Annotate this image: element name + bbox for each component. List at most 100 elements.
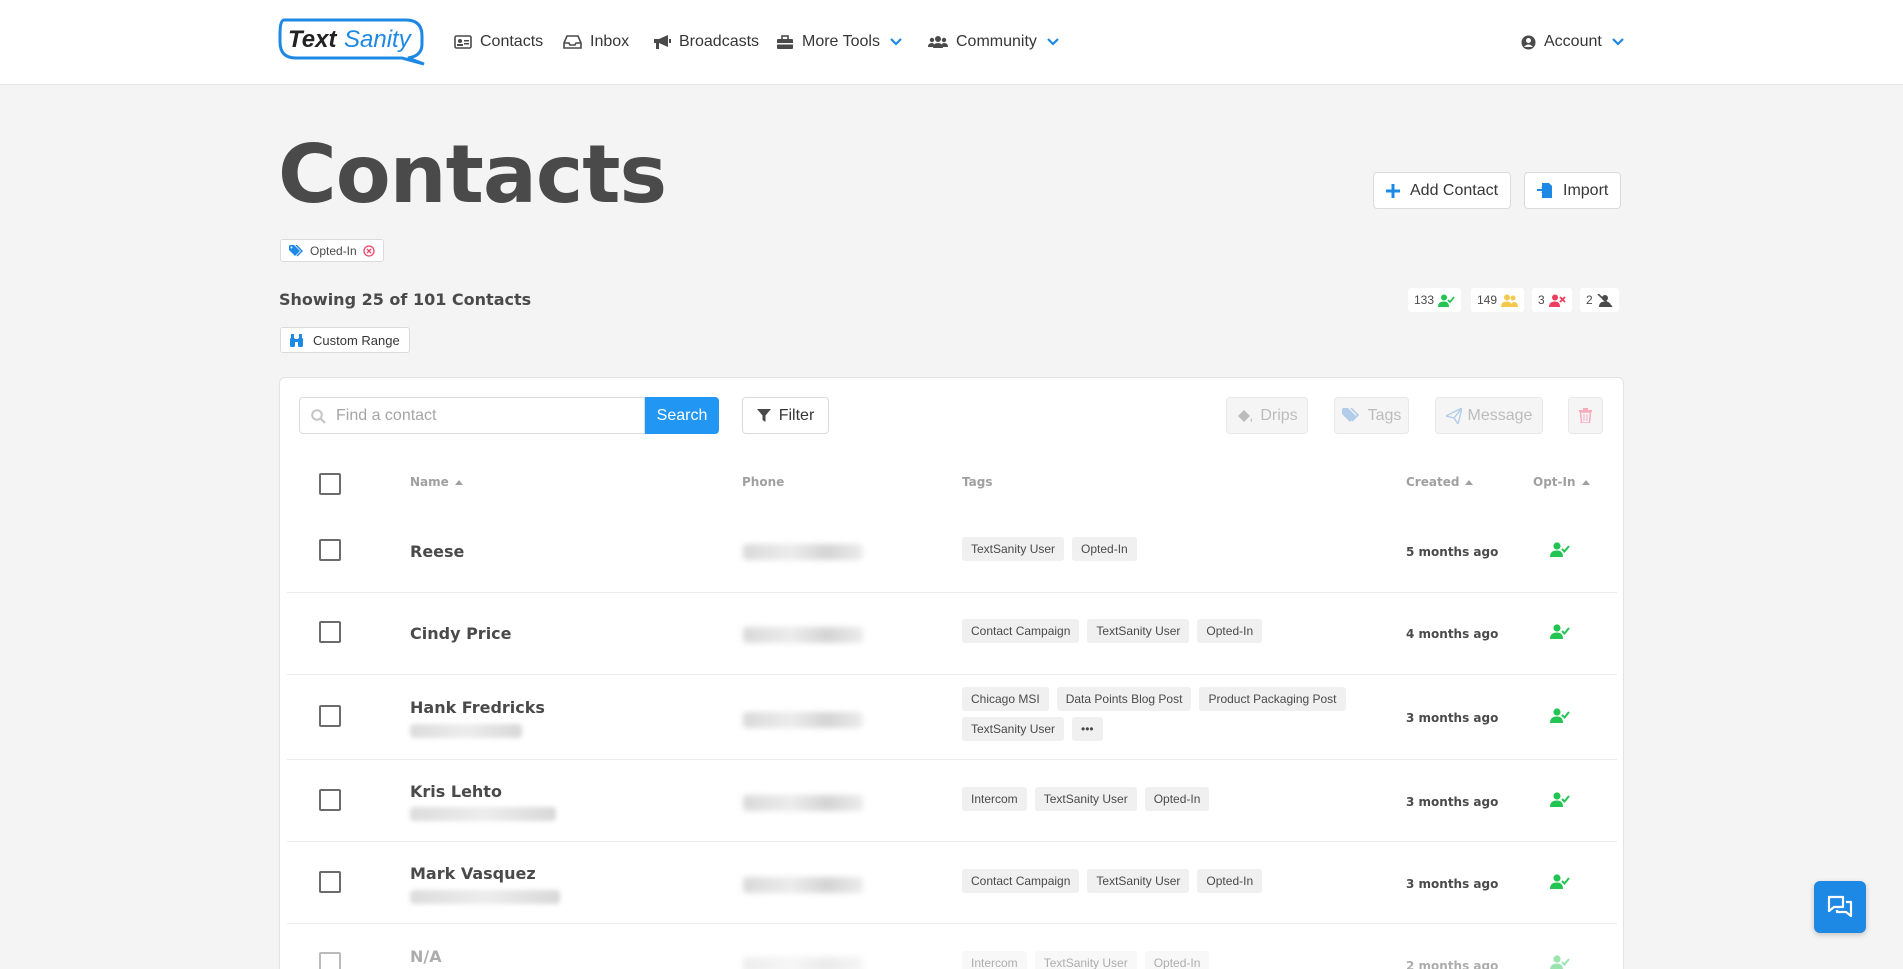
contact-name[interactable]: Kris Lehto [410, 782, 502, 801]
stat-muted[interactable]: 2 [1580, 288, 1619, 312]
nav-community-label: Community [956, 33, 1037, 50]
row-checkbox[interactable] [319, 621, 341, 643]
chevron-down-icon [1612, 38, 1624, 46]
filter-button[interactable]: Filter [742, 397, 829, 434]
tag-chip[interactable]: TextSanity User [1034, 787, 1137, 811]
contact-created: 3 months ago [1406, 711, 1499, 725]
row-checkbox[interactable] [319, 871, 341, 893]
nav-account[interactable]: Account [1521, 31, 1624, 53]
more-tags-button[interactable]: ••• [1072, 717, 1103, 741]
tag-chip[interactable]: Opted-In [1072, 537, 1137, 561]
tags-icon [289, 244, 303, 256]
sort-up-icon [1581, 479, 1590, 485]
filter-label: Filter [778, 406, 815, 424]
row-checkbox[interactable] [319, 952, 341, 969]
select-all-checkbox[interactable] [319, 473, 341, 495]
import-button[interactable]: Import [1524, 172, 1622, 209]
tags-button[interactable]: Tags [1334, 397, 1409, 434]
file-import-icon [1537, 183, 1552, 198]
opted-in-icon [1550, 624, 1570, 639]
column-header-created[interactable]: Created [1406, 475, 1474, 489]
tag-chip[interactable]: Product Packaging Post [1199, 687, 1346, 711]
tag-chip[interactable]: Contact Campaign [962, 619, 1080, 643]
active-filter-tag[interactable]: Opted-In [280, 239, 384, 262]
add-contact-button[interactable]: Add Contact [1373, 172, 1512, 209]
custom-range-label: Custom Range [313, 332, 400, 348]
delete-button[interactable] [1568, 397, 1603, 434]
nav-broadcasts-label: Broadcasts [679, 33, 760, 50]
tag-chip[interactable]: TextSanity User [1034, 951, 1137, 969]
contact-name[interactable]: Reese [410, 542, 464, 561]
drips-label: Drips [1260, 406, 1298, 424]
tag-chip[interactable]: TextSanity User [962, 717, 1065, 741]
remove-filter-icon[interactable] [363, 244, 375, 257]
nav-more-tools-label: More Tools [802, 33, 880, 50]
contact-name[interactable]: Mark Vasquez [410, 864, 536, 883]
custom-range-button[interactable]: Custom Range [280, 327, 410, 353]
row-checkbox[interactable] [319, 705, 341, 727]
drips-button[interactable]: Drips [1226, 397, 1308, 434]
contact-name[interactable]: N/A [410, 947, 442, 966]
tag-chip[interactable]: TextSanity User [962, 537, 1065, 561]
nav-contacts[interactable]: Contacts [454, 31, 543, 53]
tag-chip[interactable]: Opted-In [1144, 787, 1210, 811]
search-input[interactable] [300, 398, 644, 433]
tag-chip[interactable]: Opted-In [1197, 869, 1263, 893]
message-button[interactable]: Message [1435, 397, 1543, 434]
binoculars-icon [290, 333, 303, 347]
tag-chip[interactable]: TextSanity User [1087, 619, 1190, 643]
contact-name[interactable]: Hank Fredricks [410, 698, 545, 717]
stat-total[interactable]: 149 [1471, 288, 1525, 312]
row-checkbox[interactable] [319, 789, 341, 811]
tag-chip[interactable]: Opted-In [1144, 951, 1210, 969]
active-filter-label: Opted-In [310, 243, 357, 258]
page-title: Contacts [278, 128, 667, 221]
search-field[interactable] [299, 397, 645, 434]
contact-phone-redacted [743, 843, 865, 925]
tag-chip[interactable]: TextSanity User [1087, 869, 1190, 893]
opted-in-icon [1550, 792, 1570, 807]
sort-up-icon [1465, 479, 1474, 485]
nav-more-tools[interactable]: More Tools [776, 31, 902, 53]
search-button[interactable]: Search [645, 397, 719, 434]
row-divider [287, 674, 1617, 675]
stat-opted-out[interactable]: 3 [1532, 288, 1572, 312]
logo-text-text: Text [288, 26, 337, 53]
inbox-icon [563, 35, 582, 49]
tag-chip[interactable]: Opted-In [1197, 619, 1263, 643]
row-divider [287, 923, 1617, 924]
tag-chip[interactable]: Chicago MSI [962, 687, 1049, 711]
contact-created: 5 months ago [1406, 545, 1499, 559]
import-label: Import [1563, 181, 1609, 199]
column-header-optin[interactable]: Opt-In [1533, 475, 1590, 489]
contact-phone-redacted [743, 761, 865, 843]
user-check-icon [1438, 294, 1455, 307]
contact-name[interactable]: Cindy Price [410, 624, 512, 643]
tag-chip[interactable]: Data Points Blog Post [1056, 687, 1192, 711]
users-icon [928, 36, 948, 48]
row-checkbox[interactable] [319, 539, 341, 561]
message-label: Message [1467, 406, 1533, 424]
tag-chip[interactable]: Contact Campaign [962, 869, 1080, 893]
column-header-name[interactable]: Name [410, 475, 463, 489]
search-icon [311, 409, 326, 424]
nav-broadcasts[interactable]: Broadcasts [653, 31, 759, 53]
nav-community[interactable]: Community [928, 31, 1059, 53]
tag-chip[interactable]: Intercom [962, 787, 1027, 811]
bullhorn-icon [654, 35, 671, 49]
textsanity-logo[interactable]: Text Sanity [276, 16, 428, 66]
tag-chip[interactable]: Intercom [962, 951, 1027, 969]
chevron-down-icon [890, 38, 902, 46]
paper-plane-icon [1445, 407, 1462, 424]
stat-opted-in-value: 133 [1414, 293, 1435, 307]
top-navbar: Text Sanity Contacts Inbox Broadcasts Mo… [0, 0, 1903, 85]
contact-phone-redacted [743, 510, 865, 592]
chat-icon [1827, 895, 1853, 918]
logo-text-sanity: Sanity [344, 26, 413, 53]
contact-phone-redacted [743, 593, 865, 675]
column-phone-label: Phone [742, 475, 785, 489]
stat-opted-in[interactable]: 133 [1408, 288, 1462, 312]
chat-launcher-button[interactable] [1814, 881, 1866, 933]
results-count: Showing 25 of 101 Contacts [279, 290, 532, 309]
nav-inbox[interactable]: Inbox [563, 31, 629, 53]
